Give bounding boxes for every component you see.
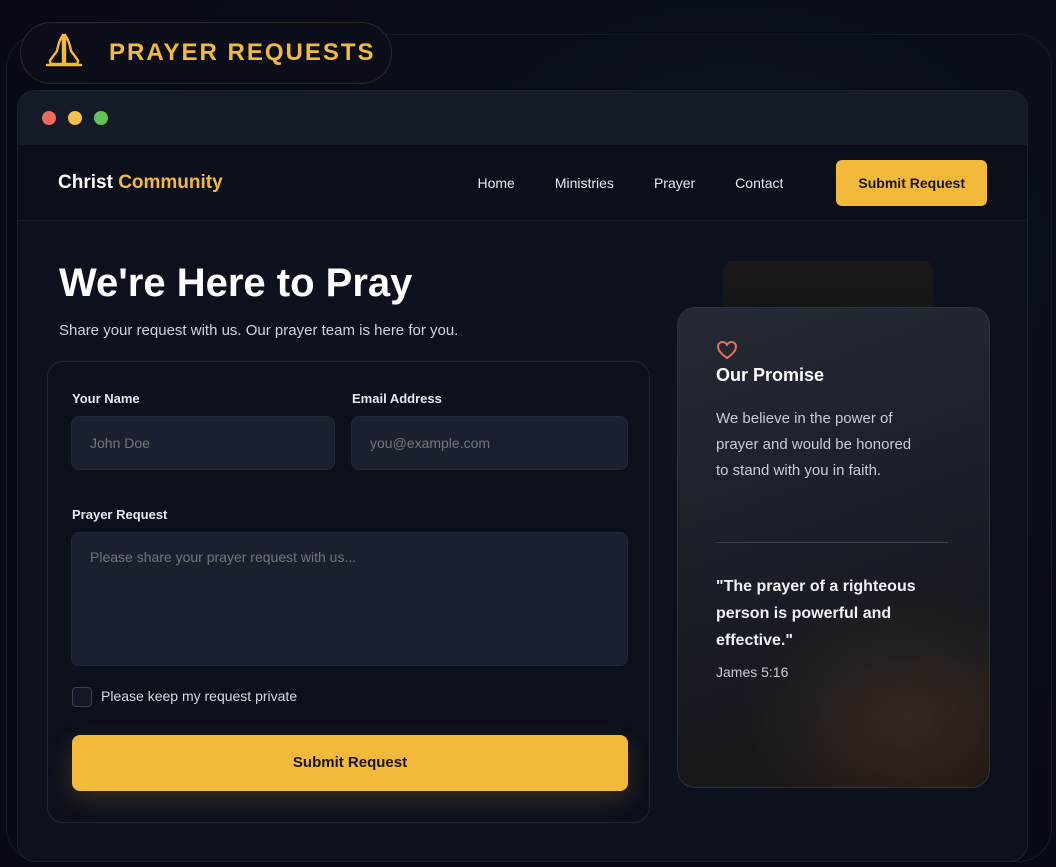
nav-link-prayer[interactable]: Prayer <box>654 175 695 191</box>
name-label: Your Name <box>72 391 140 406</box>
scripture-reference: James 5:16 <box>716 664 789 680</box>
page: PRAYER REQUESTS Christ Community Home Mi… <box>0 0 1056 867</box>
close-window-button[interactable] <box>42 111 56 125</box>
prayer-request-form: Your Name Email Address Prayer Request P… <box>47 361 650 823</box>
prayer-request-textarea[interactable] <box>71 532 628 666</box>
nav-submit-request-button[interactable]: Submit Request <box>836 159 987 206</box>
badge-title: PRAYER REQUESTS <box>109 39 376 66</box>
promise-body: We believe in the power of prayer and wo… <box>716 410 912 479</box>
heart-icon <box>716 340 738 365</box>
private-checkbox[interactable] <box>72 687 92 707</box>
browser-window: Christ Community Home Ministries Prayer … <box>17 90 1028 862</box>
praying-hands-icon <box>43 30 85 77</box>
nav-links: Home Ministries Prayer Contact <box>477 175 783 191</box>
submit-request-button[interactable]: Submit Request <box>72 735 628 791</box>
page-subtitle: Share your request with us. Our prayer t… <box>59 322 459 339</box>
nav-link-ministries[interactable]: Ministries <box>555 175 614 191</box>
nav-link-contact[interactable]: Contact <box>735 175 783 191</box>
maximize-window-button[interactable] <box>94 111 108 125</box>
minimize-window-button[interactable] <box>68 111 82 125</box>
page-title: We're Here to Pray <box>59 261 413 305</box>
nav-link-home[interactable]: Home <box>477 175 514 191</box>
window-titlebar <box>18 91 1027 145</box>
brand-main: Christ <box>58 171 119 193</box>
main-content: We're Here to Pray Share your request wi… <box>18 221 1027 861</box>
site-navbar: Christ Community Home Ministries Prayer … <box>18 145 1027 221</box>
site-logo[interactable]: Christ Community <box>58 172 223 194</box>
name-input[interactable] <box>71 416 335 470</box>
prayer-requests-badge: PRAYER REQUESTS <box>20 22 392 84</box>
email-label: Email Address <box>352 391 442 406</box>
promise-heading: Our Promise <box>716 365 825 385</box>
promise-card: Our Promise We believe in the power of p… <box>677 307 990 788</box>
brand-accent: Community <box>118 171 223 193</box>
email-input[interactable] <box>351 416 628 470</box>
scripture-quote: "The prayer of a righteous person is pow… <box>716 578 916 649</box>
private-checkbox-label: Please keep my request private <box>101 688 298 704</box>
promise-divider <box>716 542 948 543</box>
prayer-request-label: Prayer Request <box>72 507 168 522</box>
